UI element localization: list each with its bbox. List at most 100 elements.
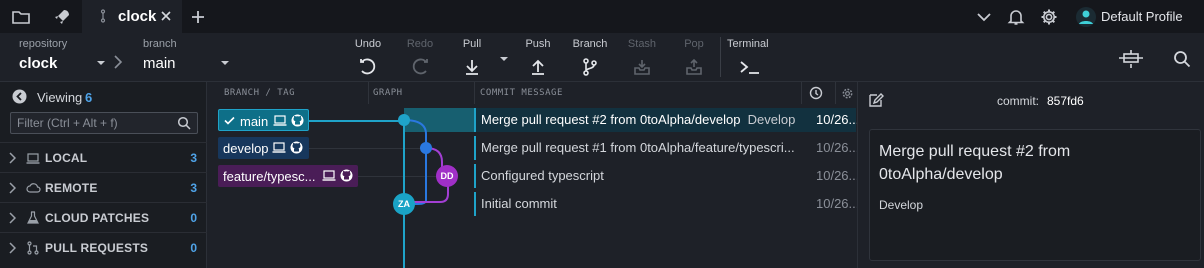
commit-node[interactable] bbox=[420, 142, 432, 154]
branch-dropdown-icon[interactable] bbox=[220, 60, 230, 66]
sidebar-section-remote[interactable]: REMOTE 3 bbox=[0, 172, 207, 202]
layout-toggle-icon[interactable] bbox=[1118, 49, 1144, 69]
commit-tag: Develop bbox=[747, 112, 796, 127]
profile-avatar-icon[interactable] bbox=[1075, 6, 1096, 27]
row-marker bbox=[474, 136, 476, 160]
commit-label: commit: bbox=[997, 94, 1039, 108]
stash-button[interactable]: Stash bbox=[617, 38, 667, 77]
flask-icon bbox=[26, 211, 40, 225]
column-divider[interactable] bbox=[801, 82, 802, 104]
edit-icon[interactable] bbox=[868, 92, 884, 108]
toolbar-divider bbox=[720, 37, 721, 77]
title-bar: clock Default Profile bbox=[0, 0, 1204, 33]
rocket-icon[interactable] bbox=[52, 7, 72, 27]
redo-button[interactable]: Redo bbox=[395, 38, 445, 77]
push-icon bbox=[528, 57, 548, 77]
viewing-label: Viewing bbox=[37, 90, 83, 105]
close-icon[interactable] bbox=[159, 9, 173, 23]
commit-message-card: Merge pull request #2 from 0toAlpha/deve… bbox=[869, 129, 1201, 261]
commit-date: 10/26... bbox=[816, 140, 860, 155]
chevron-right-icon bbox=[113, 54, 123, 70]
push-button[interactable]: Push bbox=[513, 38, 563, 77]
column-header-branch-tag[interactable]: BRANCH / TAG bbox=[224, 82, 295, 104]
commit-body: Develop bbox=[879, 198, 924, 212]
pop-button[interactable]: Pop bbox=[669, 38, 719, 77]
laptop-icon bbox=[26, 151, 40, 165]
github-icon bbox=[340, 169, 353, 182]
pull-button[interactable]: Pull bbox=[447, 38, 497, 77]
commit-title: Merge pull request #2 from 0toAlpha/deve… bbox=[879, 143, 1071, 183]
cloud-icon bbox=[26, 181, 41, 195]
row-marker bbox=[474, 164, 476, 188]
toolbar: repository clock branch main Undo Redo P… bbox=[0, 33, 1204, 82]
gear-icon[interactable] bbox=[1039, 7, 1059, 27]
sidebar-section-pull-requests[interactable]: PULL REQUESTS 0 bbox=[0, 232, 207, 262]
column-divider[interactable] bbox=[835, 82, 836, 104]
left-sidebar: Viewing 6 LOCAL 3 REMOTE 3 CLOUD PATCHES… bbox=[0, 82, 207, 268]
column-divider[interactable] bbox=[474, 82, 475, 104]
branch-label: branch bbox=[143, 38, 177, 50]
sidebar-section-cloud-patches[interactable]: CLOUD PATCHES 0 bbox=[0, 202, 207, 232]
profile-name[interactable]: Default Profile bbox=[1101, 9, 1183, 24]
clock-icon[interactable] bbox=[809, 86, 823, 100]
author-avatar[interactable]: DD bbox=[436, 165, 458, 187]
repository-selector[interactable]: clock bbox=[19, 55, 57, 72]
branch-icon bbox=[580, 57, 600, 77]
pull-icon bbox=[462, 57, 482, 77]
commit-graph bbox=[403, 119, 449, 268]
sidebar-section-local[interactable]: LOCAL 3 bbox=[0, 142, 207, 172]
commit-row-selected[interactable]: Merge pull request #2 from 0toAlpha/deve… bbox=[474, 106, 860, 134]
checkmark-icon bbox=[224, 116, 235, 125]
filter-search-icon bbox=[177, 116, 191, 130]
filter-box bbox=[10, 112, 198, 134]
commit-message: Configured typescript bbox=[481, 168, 604, 183]
branch-label-develop[interactable]: develop bbox=[218, 137, 309, 159]
commit-date: 10/26... bbox=[816, 196, 860, 211]
chevron-right-icon bbox=[8, 152, 16, 164]
chevron-down-icon[interactable] bbox=[974, 7, 994, 27]
pull-request-icon bbox=[26, 241, 40, 255]
github-icon bbox=[290, 141, 303, 154]
viewing-count: 6 bbox=[85, 90, 93, 105]
commit-sha[interactable]: 857fd6 bbox=[1047, 94, 1084, 108]
plus-icon[interactable] bbox=[188, 7, 208, 27]
branch-button[interactable]: Branch bbox=[565, 38, 615, 77]
branch-label-main[interactable]: main bbox=[218, 109, 309, 131]
commit-node[interactable] bbox=[398, 114, 410, 126]
commit-row[interactable]: Configured typescript 10/26... bbox=[474, 162, 859, 190]
laptop-icon bbox=[272, 141, 286, 154]
commit-detail-panel: commit: 857fd6 Merge pull request #2 fro… bbox=[857, 82, 1204, 268]
branch-label-feature-typescript[interactable]: feature/typesc... bbox=[218, 165, 358, 187]
branch-selector[interactable]: main bbox=[143, 55, 176, 72]
pop-icon bbox=[684, 57, 704, 77]
laptop-icon bbox=[273, 114, 287, 127]
collapse-sidebar-icon[interactable] bbox=[12, 89, 27, 104]
bell-icon[interactable] bbox=[1006, 7, 1026, 27]
github-icon bbox=[291, 114, 304, 127]
repository-dropdown-icon[interactable] bbox=[96, 60, 106, 66]
commit-row[interactable]: Initial commit 10/26... bbox=[474, 190, 860, 218]
chevron-right-icon bbox=[8, 182, 16, 194]
undo-button[interactable]: Undo bbox=[343, 38, 393, 77]
filter-input[interactable] bbox=[17, 115, 177, 131]
commit-message: Merge pull request #2 from 0toAlpha/deve… bbox=[481, 112, 796, 127]
column-divider[interactable] bbox=[368, 82, 369, 104]
commit-message: Merge pull request #1 from 0toAlpha/feat… bbox=[481, 140, 795, 155]
folder-icon[interactable] bbox=[11, 7, 31, 27]
redo-icon bbox=[410, 57, 430, 77]
tab-clock[interactable]: clock bbox=[82, 0, 182, 33]
author-avatar[interactable]: ZA bbox=[393, 193, 415, 215]
terminal-button[interactable]: Terminal bbox=[727, 38, 777, 77]
viewing-header: Viewing 6 bbox=[0, 82, 207, 110]
commit-graph-panel: BRANCH / TAG GRAPH COMMIT MESSAGE main d… bbox=[208, 82, 860, 268]
chevron-right-icon bbox=[8, 242, 16, 254]
column-header-commit-message[interactable]: COMMIT MESSAGE bbox=[480, 82, 563, 104]
pull-options-icon[interactable] bbox=[499, 56, 509, 62]
column-header-graph[interactable]: GRAPH bbox=[373, 82, 403, 104]
commit-message: Initial commit bbox=[481, 196, 557, 211]
column-settings-icon[interactable] bbox=[841, 87, 854, 100]
search-icon[interactable] bbox=[1173, 50, 1191, 68]
branch-icon bbox=[100, 9, 112, 23]
commit-date: 10/26... bbox=[816, 112, 860, 127]
commit-row[interactable]: Merge pull request #1 from 0toAlpha/feat… bbox=[474, 134, 860, 162]
